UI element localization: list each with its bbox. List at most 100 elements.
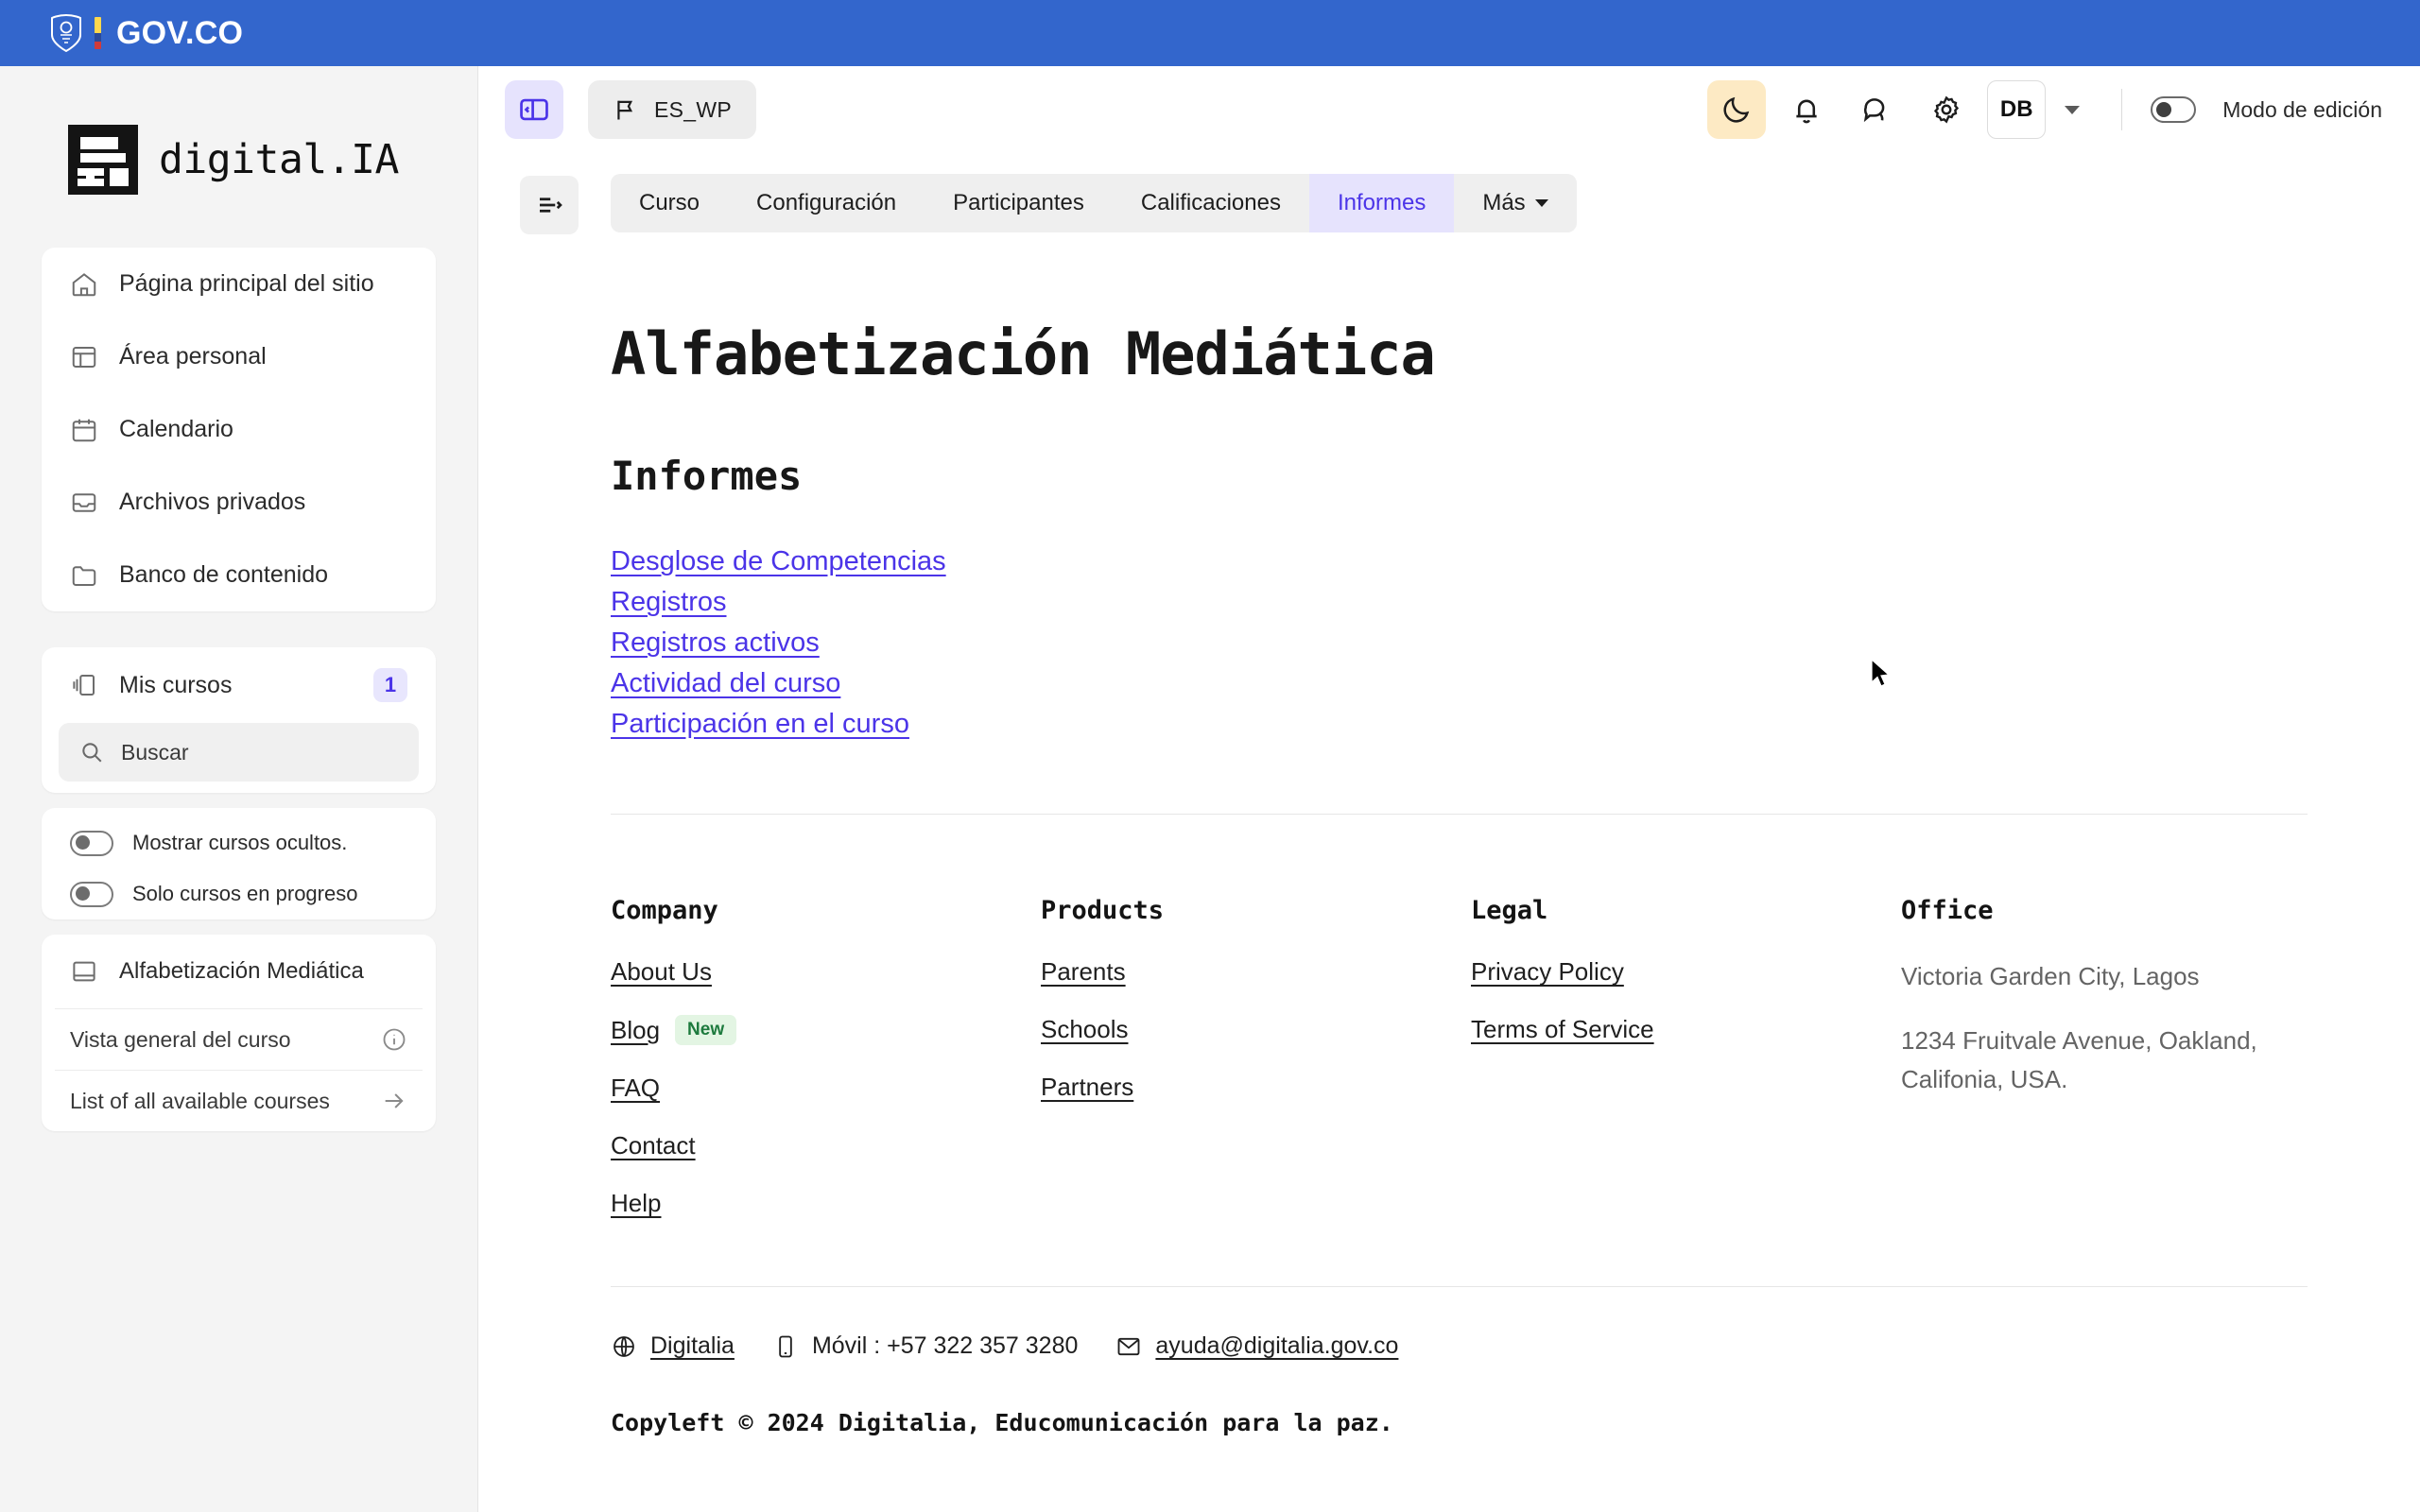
footer-column-products: Products Parents Schools Partners: [1041, 896, 1471, 1246]
report-link-logs[interactable]: Registros: [611, 587, 727, 618]
brand-name: digital.IA: [159, 136, 399, 183]
edit-mode-label: Modo de edición: [2222, 96, 2382, 122]
sidebar-item-alfabetizacion-mediatica[interactable]: Alfabetización Mediática: [42, 935, 436, 1008]
sidebar-item-dashboard[interactable]: Área personal: [42, 320, 436, 393]
course-search-box[interactable]: [59, 723, 419, 782]
bell-icon: [1796, 99, 1817, 124]
globe-icon: [614, 1335, 634, 1357]
footer-link-about-us[interactable]: About Us: [611, 957, 712, 987]
toggle-label: Mostrar cursos ocultos.: [132, 831, 348, 854]
edit-mode-toggle[interactable]: [2151, 96, 2197, 123]
tab-label: Calificaciones: [1140, 190, 1281, 215]
footer-link-contact[interactable]: Contact: [611, 1131, 696, 1160]
footer-link-faq[interactable]: FAQ: [611, 1074, 660, 1103]
toggle-show-hidden-courses[interactable]: Mostrar cursos ocultos.: [42, 817, 436, 868]
search-input[interactable]: [121, 739, 398, 765]
sidebar-item-calendar[interactable]: Calendario: [42, 393, 436, 466]
inbox-icon: [72, 492, 96, 512]
footer-column-legal: Legal Privacy Policy Terms of Service: [1471, 896, 1901, 1246]
avatar[interactable]: DB: [1987, 80, 2047, 139]
sidebar-item-site-home[interactable]: Página principal del sitio: [42, 248, 436, 320]
top-toolbar: ES_WP DB Modo de edición: [478, 66, 2420, 153]
home-icon: [72, 272, 96, 296]
settings-button[interactable]: [1917, 80, 1976, 139]
tab-configuracion[interactable]: Configuración: [728, 174, 925, 232]
footer-contact-row: Digitalia Móvil : +57 322 357 3280 ayuda…: [611, 1332, 2308, 1360]
main-area: ES_WP DB Modo de edición Curso Configura…: [478, 66, 2420, 1512]
sidebar-item-my-courses[interactable]: Mis cursos 1: [42, 647, 436, 723]
footer-website-link[interactable]: Digitalia: [650, 1332, 735, 1360]
dark-mode-button[interactable]: [1707, 80, 1767, 139]
footer-link-terms-of-service[interactable]: Terms of Service: [1471, 1015, 1654, 1044]
link-label: Vista general del curso: [70, 1026, 291, 1052]
copyright-text: Copyleft © 2024 Digitalia, Educomunicaci…: [611, 1409, 1393, 1436]
footer-website: Digitalia: [611, 1332, 735, 1360]
tab-label: Configuración: [756, 190, 897, 215]
report-links-list: Desglose de Competencias Registros Regis…: [611, 546, 2308, 740]
toggle-only-in-progress[interactable]: Solo cursos en progreso: [42, 868, 436, 919]
course-index-icon: [540, 198, 562, 213]
office-address-line-1: Victoria Garden City, Lagos: [1901, 962, 2200, 990]
sidebar-item-content-bank[interactable]: Banco de contenido: [42, 539, 436, 611]
report-link-course-activity[interactable]: Actividad del curso: [611, 668, 840, 699]
divider: [611, 814, 2308, 815]
language-button[interactable]: ES_WP: [588, 80, 757, 139]
footer-link-privacy-policy[interactable]: Privacy Policy: [1471, 957, 1624, 987]
course-tabs: Curso Configuración Participantes Califi…: [611, 174, 1577, 232]
footer-heading: Office: [1901, 896, 1994, 925]
sidebar-toggle-icon: [520, 98, 548, 121]
footer-link-schools[interactable]: Schools: [1041, 1015, 1129, 1044]
tab-label: Curso: [639, 190, 700, 215]
footer-heading: Products: [1041, 896, 1165, 925]
footer-link-blog[interactable]: Blog: [611, 1016, 660, 1045]
sidebar-toggle-button[interactable]: [505, 80, 563, 139]
section-title: Informes: [611, 453, 803, 499]
colombia-shield-icon: [51, 14, 81, 52]
tab-curso[interactable]: Curso: [611, 174, 728, 232]
toggle-switch[interactable]: [70, 830, 113, 856]
footer-link-partners[interactable]: Partners: [1041, 1073, 1133, 1102]
course-label: Alfabetización Mediática: [119, 958, 364, 984]
chevron-down-icon: [1534, 199, 1548, 207]
sidebar-link-course-overview[interactable]: Vista general del curso: [42, 1009, 436, 1070]
digitalia-logo-icon: [68, 125, 138, 195]
tab-informes[interactable]: Informes: [1308, 174, 1455, 232]
courses-icon: [73, 675, 95, 696]
footer-column-office: Office Victoria Garden City, Lagos 1234 …: [1901, 896, 2308, 1246]
tab-label: Participantes: [953, 190, 1084, 215]
footer-email-link[interactable]: ayuda@digitalia.gov.co: [1155, 1332, 1398, 1360]
moon-icon: [1723, 96, 1750, 123]
govco-title: GOV.CO: [116, 14, 244, 51]
footer-mobile-label: Móvil : +57 322 357 3280: [811, 1332, 1079, 1359]
footer-heading: Legal: [1471, 896, 1548, 925]
notifications-button[interactable]: [1777, 80, 1836, 139]
tab-calificaciones[interactable]: Calificaciones: [1113, 174, 1309, 232]
course-index-drawer-button[interactable]: [520, 176, 579, 234]
govco-bar: GOV.CO: [0, 0, 2420, 66]
brand-logo[interactable]: digital.IA: [42, 66, 436, 248]
messages-button[interactable]: [1847, 80, 1906, 139]
sidebar-item-label: Área personal: [119, 343, 267, 369]
chat-icon: [1864, 98, 1885, 123]
folder-icon: [72, 565, 96, 586]
footer-link-help[interactable]: Help: [611, 1189, 661, 1218]
footer-mobile: Móvil : +57 322 357 3280: [772, 1332, 1078, 1360]
tab-mas[interactable]: Más: [1454, 174, 1576, 232]
chevron-down-icon[interactable]: [2065, 105, 2081, 114]
toggle-switch[interactable]: [70, 881, 113, 907]
sidebar-link-all-courses[interactable]: List of all available courses: [42, 1071, 436, 1131]
arrow-right-icon: [385, 1093, 404, 1108]
info-icon: [383, 1028, 406, 1051]
calendar-icon: [72, 419, 96, 441]
sidebar-item-private-files[interactable]: Archivos privados: [42, 466, 436, 539]
office-address-line-2: 1234 Fruitvale Avenue, Oakland, Califoni…: [1901, 1026, 2257, 1093]
report-link-live-logs[interactable]: Registros activos: [611, 627, 820, 659]
report-link-course-participation[interactable]: Participación en el curso: [611, 709, 909, 740]
footer-link-parents[interactable]: Parents: [1041, 957, 1126, 987]
tab-participantes[interactable]: Participantes: [925, 174, 1113, 232]
divider: [611, 1286, 2308, 1287]
language-label: ES_WP: [654, 96, 733, 122]
sidebar-item-label: Archivos privados: [119, 489, 306, 515]
page-title: Alfabetización Mediática: [611, 319, 1436, 388]
report-link-competency-breakdown[interactable]: Desglose de Competencias: [611, 546, 946, 577]
